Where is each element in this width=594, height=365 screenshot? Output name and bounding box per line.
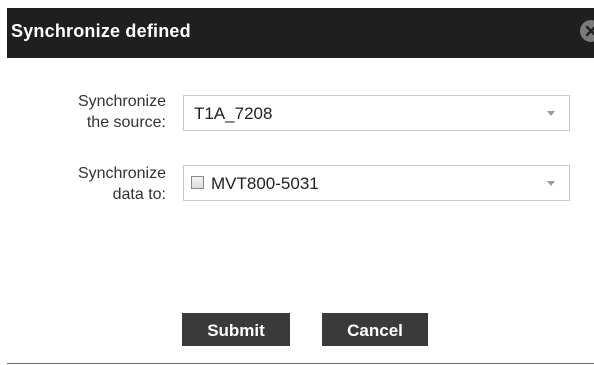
target-label: Synchronize data to: <box>78 163 166 205</box>
source-label-line1: Synchronize <box>77 93 166 110</box>
submit-button[interactable]: Submit <box>182 313 290 346</box>
dialog-title-bar: Synchronize defined <box>7 8 594 58</box>
dialog-title: Synchronize defined <box>11 21 191 41</box>
footer-divider <box>7 363 594 364</box>
close-button[interactable] <box>580 20 594 42</box>
target-label-line2: data to: <box>112 186 166 203</box>
target-select-value: MVT800-5031 <box>211 174 319 193</box>
source-label: Synchronize the source: <box>78 91 166 133</box>
source-select-value: T1A_7208 <box>194 104 273 123</box>
chevron-down-icon <box>547 111 555 116</box>
close-icon <box>585 25 594 37</box>
source-label-line2: the source: <box>86 114 166 131</box>
chevron-down-icon <box>547 181 555 186</box>
synchronize-dialog: Synchronize defined Synchronize the sour… <box>0 0 594 365</box>
source-select[interactable]: T1A_7208 <box>183 95 570 131</box>
target-checkbox[interactable] <box>191 176 204 189</box>
target-label-line1: Synchronize <box>77 165 166 182</box>
cancel-button[interactable]: Cancel <box>322 313 428 346</box>
target-select[interactable]: MVT800-5031 <box>183 165 570 201</box>
